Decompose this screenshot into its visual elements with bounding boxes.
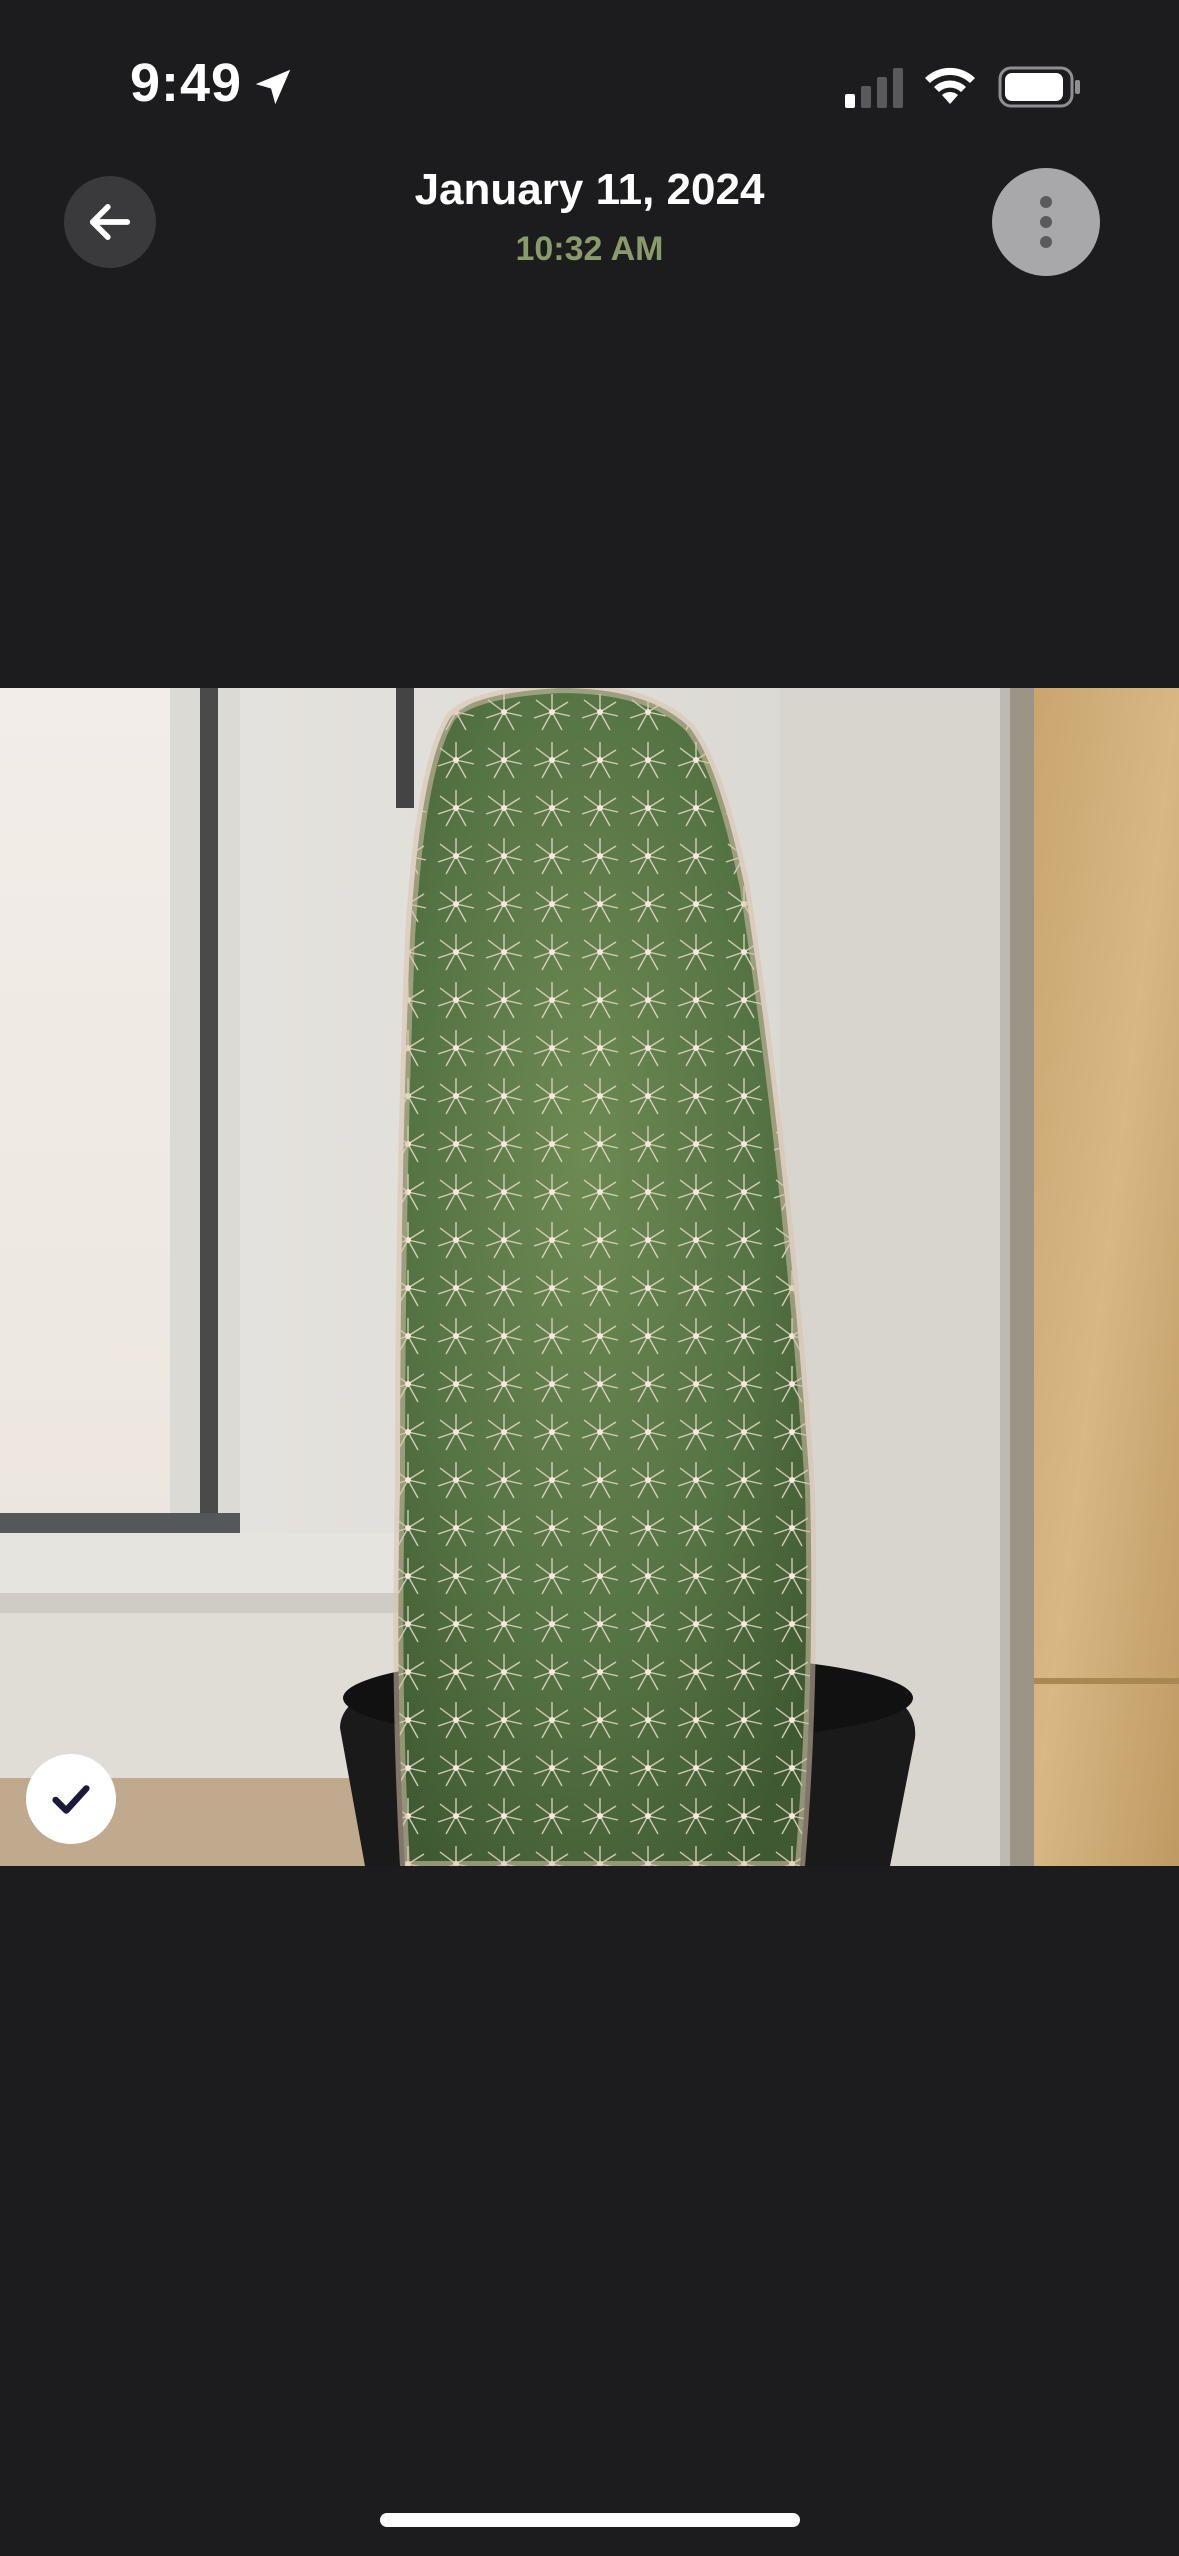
vertical-ellipsis-icon xyxy=(1040,196,1052,248)
home-indicator[interactable] xyxy=(380,2513,800,2527)
status-bar: 9:49 xyxy=(0,0,1179,150)
checkmark-icon xyxy=(52,1785,90,1814)
battery-icon xyxy=(998,66,1080,108)
wifi-icon xyxy=(925,67,975,104)
status-time: 9:49 xyxy=(130,53,243,113)
selected-checkmark-badge[interactable] xyxy=(26,1754,116,1844)
location-arrow-icon xyxy=(255,69,291,105)
more-options-button[interactable] xyxy=(992,168,1100,276)
cactus-photo[interactable] xyxy=(0,688,1179,1866)
cactus-photo-illustration xyxy=(0,688,1179,1866)
cellular-signal-icon xyxy=(845,68,903,108)
